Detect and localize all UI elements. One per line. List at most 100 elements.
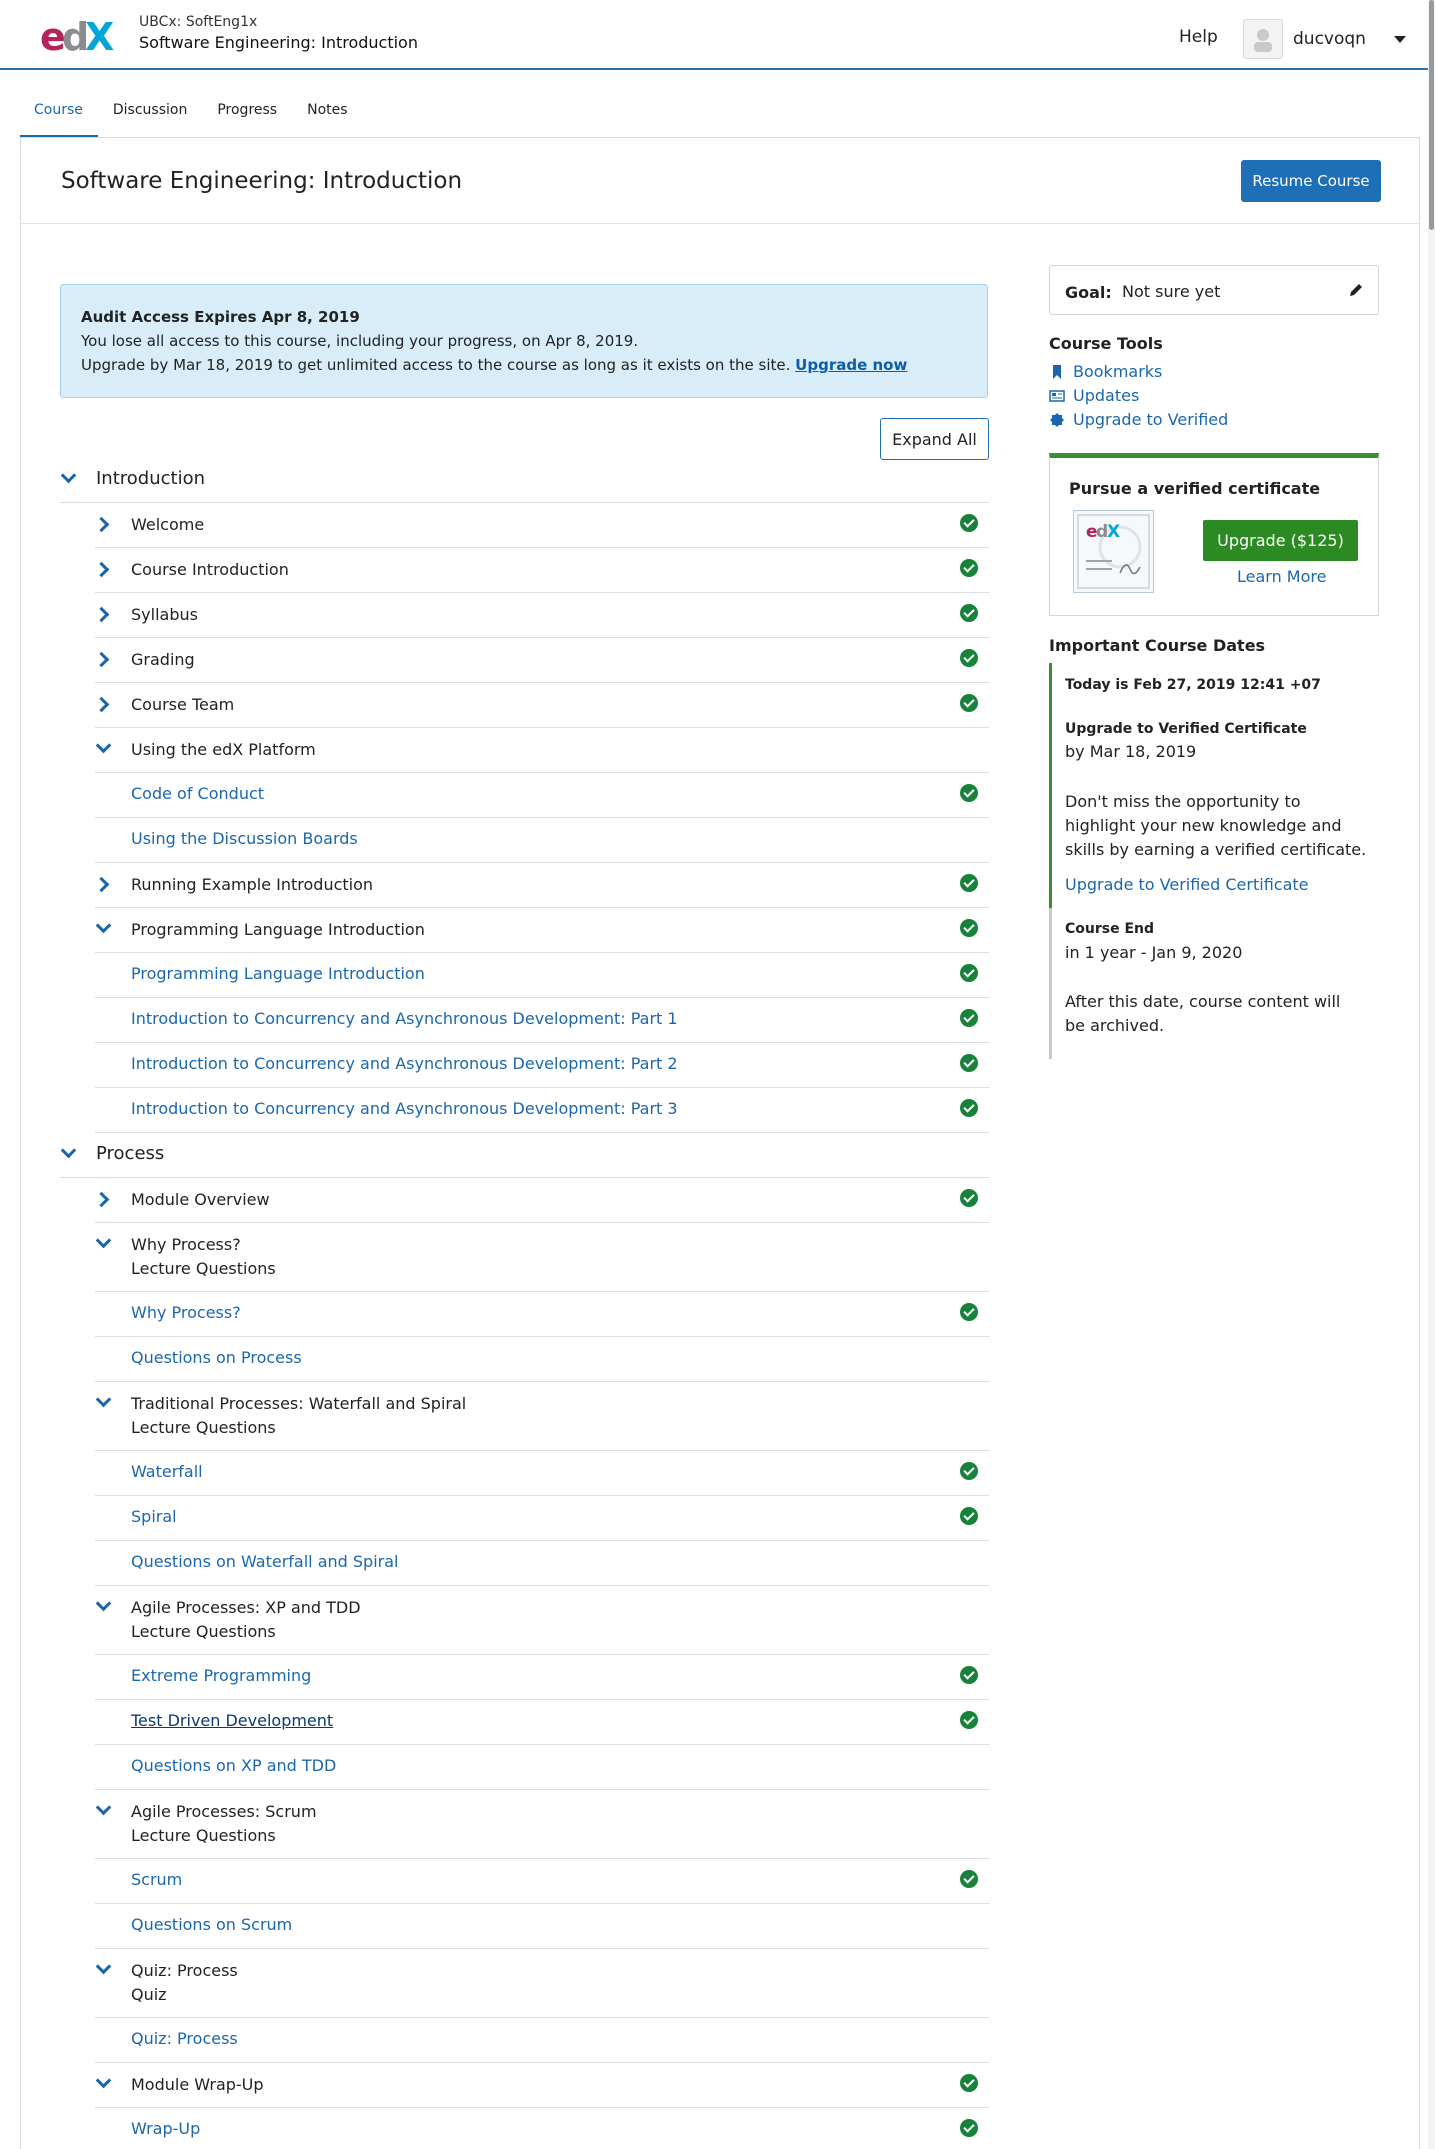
expand-all-button[interactable]: Expand All — [880, 418, 989, 460]
badge-icon — [1050, 412, 1064, 427]
unit-link[interactable]: Introduction to Concurrency and Asynchro… — [131, 1099, 678, 1118]
row-divider — [95, 1222, 989, 1223]
row-divider — [95, 1789, 989, 1790]
row-divider — [95, 547, 989, 548]
upgrade-deadline-title: Upgrade to Verified Certificate — [1065, 721, 1307, 737]
row-divider — [95, 1450, 989, 1451]
section-title[interactable]: Introduction — [96, 468, 205, 489]
user-avatar-icon — [1254, 29, 1272, 52]
row-divider — [95, 1540, 989, 1541]
subsection-title[interactable]: Module Wrap-Up — [131, 2073, 264, 2097]
bookmark-icon — [1053, 364, 1061, 379]
course-end-date: in 1 year - Jan 9, 2020 — [1065, 943, 1243, 962]
upgrade-verified-link[interactable]: Upgrade to Verified Certificate — [1065, 875, 1308, 894]
unit-link[interactable]: Code of Conduct — [131, 784, 264, 803]
unit-link[interactable]: Quiz: Process — [131, 2029, 238, 2048]
tab-progress[interactable]: Progress — [202, 90, 292, 138]
scrollbar-thumb[interactable] — [1429, 0, 1434, 230]
subsection-type: Lecture Questions — [131, 1418, 276, 1437]
goal-selector[interactable]: Goal: Not sure yet — [1049, 265, 1379, 315]
row-divider — [95, 1042, 989, 1043]
completed-check-icon — [960, 604, 978, 622]
tool-bookmarks-label: Bookmarks — [1073, 362, 1163, 381]
user-menu[interactable]: ducvoqn — [1243, 19, 1406, 59]
goal-value: Not sure yet — [1122, 282, 1221, 301]
scrollbar-track[interactable] — [1428, 0, 1435, 2149]
subsection-title[interactable]: Grading — [131, 648, 195, 672]
subsection-title[interactable]: Course Introduction — [131, 558, 289, 582]
subsection-title[interactable]: Traditional Processes: Waterfall and Spi… — [131, 1392, 466, 1416]
caret-down-icon[interactable] — [1393, 35, 1406, 43]
subsection-title[interactable]: Using the edX Platform — [131, 738, 316, 762]
unit-link[interactable]: Questions on Scrum — [131, 1915, 292, 1934]
resume-course-button[interactable]: Resume Course — [1241, 160, 1381, 202]
help-link[interactable]: Help — [1179, 27, 1218, 47]
subsection-title[interactable]: Running Example Introduction — [131, 873, 373, 897]
upgrade-deadline-date: by Mar 18, 2019 — [1065, 742, 1197, 761]
upgrade-button[interactable]: Upgrade ($125) — [1203, 520, 1358, 561]
row-divider — [95, 2017, 989, 2018]
unit-link[interactable]: Test Driven Development — [131, 1711, 333, 1730]
unit-link[interactable]: Introduction to Concurrency and Asynchro… — [131, 1054, 678, 1073]
upgrade-deadline-description: Don't miss the opportunity to highlight … — [1065, 792, 1367, 859]
subsection-title[interactable]: Course Team — [131, 693, 234, 717]
subsection-title[interactable]: Syllabus — [131, 603, 198, 627]
row-divider — [95, 1336, 989, 1337]
unit-link[interactable]: Scrum — [131, 1870, 182, 1889]
course-org-label: UBCx: SoftEng1x — [139, 14, 258, 30]
row-divider — [95, 1495, 989, 1496]
course-title-label: Software Engineering: Introduction — [139, 33, 418, 52]
unit-link[interactable]: Waterfall — [131, 1462, 203, 1481]
subsection-title[interactable]: Welcome — [131, 513, 204, 537]
completed-check-icon — [960, 1303, 978, 1321]
banner-line-1: You lose all access to this course, incl… — [81, 332, 639, 350]
tool-bookmarks[interactable]: Bookmarks — [1049, 362, 1162, 381]
subsection-title[interactable]: Why Process? — [131, 1233, 241, 1257]
unit-link[interactable]: Why Process? — [131, 1303, 241, 1322]
unit-link[interactable]: Wrap-Up — [131, 2119, 200, 2138]
unit-link[interactable]: Questions on Waterfall and Spiral — [131, 1552, 398, 1571]
completed-check-icon — [960, 559, 978, 577]
tool-upgrade[interactable]: Upgrade to Verified — [1049, 410, 1228, 429]
banner-line-2-text: Upgrade by Mar 18, 2019 to get unlimited… — [81, 356, 791, 374]
completed-check-icon — [960, 2119, 978, 2137]
cert-title: Pursue a verified certificate — [1069, 479, 1321, 498]
row-divider — [95, 997, 989, 998]
site-header: e d X UBCx: SoftEng1x Software Engineeri… — [0, 0, 1435, 70]
row-divider — [95, 2107, 989, 2108]
section-title[interactable]: Process — [96, 1143, 164, 1164]
subsection-title[interactable]: Agile Processes: Scrum — [131, 1800, 317, 1824]
row-divider — [95, 1744, 989, 1745]
course-dates-timeline: Today is Feb 27, 2019 12:41 +07 Upgrade … — [1049, 663, 1379, 1059]
unit-link[interactable]: Questions on Process — [131, 1348, 302, 1367]
row-divider — [95, 1858, 989, 1859]
page-title: Software Engineering: Introduction — [61, 168, 463, 194]
learn-more-link[interactable]: Learn More — [1237, 567, 1326, 586]
upgrade-now-link[interactable]: Upgrade now — [795, 356, 907, 374]
tool-updates[interactable]: Updates — [1049, 386, 1139, 405]
goal-label: Goal: — [1065, 283, 1112, 302]
banner-line-2: Upgrade by Mar 18, 2019 to get unlimited… — [81, 353, 967, 377]
row-divider — [95, 862, 989, 863]
completed-check-icon — [960, 1099, 978, 1117]
edx-logo[interactable]: e d X — [40, 12, 120, 56]
row-divider — [95, 1948, 989, 1949]
subsection-title[interactable]: Quiz: Process — [131, 1959, 238, 1983]
tab-course[interactable]: Course — [20, 90, 98, 138]
unit-link[interactable]: Extreme Programming — [131, 1666, 311, 1685]
row-divider — [95, 817, 989, 818]
subsection-title[interactable]: Module Overview — [131, 1188, 270, 1212]
completed-check-icon — [960, 1507, 978, 1525]
unit-link[interactable]: Questions on XP and TDD — [131, 1756, 336, 1775]
course-tabs: Course Discussion Progress Notes — [20, 90, 363, 138]
tab-notes[interactable]: Notes — [292, 90, 362, 138]
pencil-icon[interactable] — [1348, 282, 1364, 298]
unit-link[interactable]: Spiral — [131, 1507, 177, 1526]
unit-link[interactable]: Using the Discussion Boards — [131, 829, 358, 848]
unit-link[interactable]: Programming Language Introduction — [131, 964, 425, 983]
tab-discussion[interactable]: Discussion — [98, 90, 202, 138]
completed-check-icon — [960, 514, 978, 532]
subsection-title[interactable]: Programming Language Introduction — [131, 918, 425, 942]
subsection-title[interactable]: Agile Processes: XP and TDD — [131, 1596, 361, 1620]
unit-link[interactable]: Introduction to Concurrency and Asynchro… — [131, 1009, 678, 1028]
